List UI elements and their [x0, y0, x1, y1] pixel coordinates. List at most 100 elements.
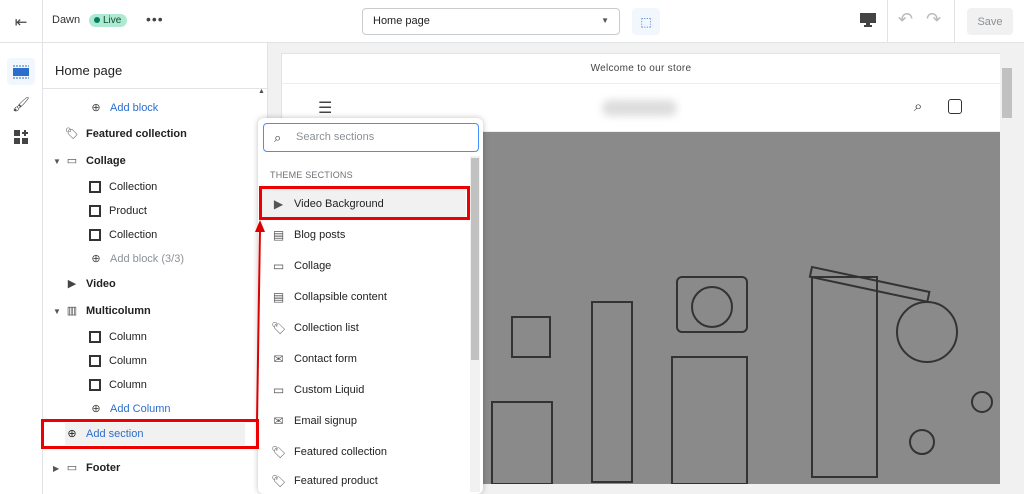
plus-circle-icon: ⊕ [67, 428, 77, 440]
announcement-bar: Welcome to our store [282, 54, 1000, 84]
block-icon [89, 355, 101, 367]
caret-down-icon: ▼ [601, 16, 609, 25]
paintbrush-icon: 🖌 [12, 96, 30, 112]
plus-circle-icon: ⊕ [91, 102, 101, 114]
block-label: Collection [109, 181, 158, 193]
collage-icon: ▭ [66, 155, 78, 167]
section-label: Footer [86, 462, 121, 474]
section-label: Featured collection [86, 128, 187, 140]
block-label: Collection [109, 229, 158, 241]
option-label: Video Background [294, 197, 384, 210]
option-label: Collapsible content [294, 290, 387, 303]
add-section-label: Add section [86, 428, 144, 440]
desktop-view-button[interactable] [860, 13, 876, 27]
popup-scroll-thumb[interactable] [471, 158, 479, 360]
text-icon: ▤ [272, 289, 285, 304]
add-section-popup: ⌕ Search sections THEME SECTIONS ▶ Video B… [258, 118, 483, 494]
section-option-contact-form[interactable]: ✉ Contact form [261, 343, 466, 374]
menu-icon[interactable]: ☰ [318, 98, 332, 118]
scroll-up-arrow[interactable]: ▲ [258, 88, 265, 95]
plus-circle-icon: ⊕ [91, 253, 101, 265]
add-block-label: Add block (3/3) [110, 253, 184, 265]
section-video[interactable]: ▶ Video [65, 273, 280, 295]
option-label: Featured product [294, 474, 378, 487]
store-logo[interactable] [602, 100, 677, 116]
inspector-button[interactable]: ⬚ [632, 8, 660, 35]
option-label: Custom Liquid [294, 383, 365, 396]
collage-icon: ▭ [272, 258, 285, 273]
theme-sections-heading: THEME SECTIONS [270, 170, 353, 180]
apps-tab[interactable] [7, 123, 35, 150]
section-multicolumn[interactable]: ▼ ▥ Multicolumn [53, 300, 268, 322]
add-block-label: Add block [110, 102, 159, 114]
section-option-blog-posts[interactable]: ▤ Blog posts [261, 219, 466, 250]
blog-icon: ▤ [272, 227, 285, 242]
section-option-featured-product[interactable]: 🏷 Featured product [261, 467, 466, 494]
undo-button[interactable]: ↶ [898, 9, 913, 30]
block-icon [89, 229, 101, 241]
section-option-video-background[interactable]: ▶ Video Background [261, 188, 466, 219]
option-label: Blog posts [294, 228, 346, 241]
collection-tag-icon: 🏷 [270, 320, 287, 335]
add-column-label: Add Column [110, 403, 171, 415]
sidebar-rail: 🖌 [0, 43, 43, 494]
sections-panel: Home page ⊕ Add block 🏷 Featured collectio… [43, 43, 268, 494]
section-label: Video [86, 278, 116, 290]
cart-icon[interactable] [948, 99, 962, 114]
section-footer[interactable]: ▶ ▭ Footer [53, 457, 268, 479]
search-icon: ⌕ [274, 130, 282, 145]
envelope-icon: ✉ [273, 351, 284, 366]
columns-icon: ▥ [66, 305, 78, 317]
divider [954, 0, 955, 43]
divider [887, 0, 888, 43]
block-label: Column [109, 355, 147, 367]
search-placeholder: Search sections [296, 131, 375, 143]
search-sections-input[interactable]: ⌕ Search sections [263, 123, 479, 152]
arrow-annotation-icon [255, 220, 265, 423]
save-button[interactable]: Save [967, 8, 1013, 35]
sections-icon [13, 65, 29, 78]
search-icon[interactable]: ⌕ [914, 98, 922, 115]
envelope-icon: ✉ [273, 413, 284, 428]
collection-tag-icon: 🏷 [270, 444, 287, 459]
redo-button[interactable]: ↷ [926, 9, 941, 30]
collection-tag-icon: 🏷 [65, 128, 79, 140]
play-circle-icon: ▶ [273, 196, 284, 211]
caret-down-icon: ▼ [53, 156, 61, 166]
caret-right-icon: ▶ [53, 463, 60, 473]
preview-scroll-thumb[interactable] [1002, 68, 1012, 118]
panel-title: Home page [55, 63, 123, 78]
section-option-custom-liquid[interactable]: ▭ Custom Liquid [261, 374, 466, 405]
more-actions-button[interactable]: ••• [146, 11, 164, 27]
section-option-featured-collection[interactable]: 🏷 Featured collection [261, 436, 466, 467]
sections-tab[interactable] [7, 58, 35, 85]
footer-icon: ▭ [66, 462, 78, 474]
block-label: Column [109, 379, 147, 391]
section-option-collapsible-content[interactable]: ▤ Collapsible content [261, 281, 466, 312]
live-badge: Live [89, 14, 128, 27]
option-label: Email signup [294, 414, 357, 427]
theme-settings-tab[interactable]: 🖌 [7, 91, 35, 118]
desktop-icon [860, 13, 876, 27]
apps-icon [14, 129, 28, 144]
section-option-collage[interactable]: ▭ Collage [261, 250, 466, 281]
option-label: Contact form [294, 352, 357, 365]
section-collage[interactable]: ▼ ▭ Collage [53, 150, 268, 172]
plus-circle-icon: ⊕ [91, 403, 101, 415]
page-selector[interactable]: Home page ▼ [362, 8, 620, 35]
section-option-email-signup[interactable]: ✉ Email signup [261, 405, 466, 436]
exit-button[interactable]: ⇤ [0, 0, 43, 43]
block-icon [89, 379, 101, 391]
exit-icon: ⇤ [14, 13, 28, 31]
add-section-button[interactable]: ⊕ Add section [65, 423, 245, 445]
product-tag-icon: 🏷 [270, 473, 287, 488]
block-icon [89, 205, 101, 217]
top-bar: ⇤ Dawn Live ••• Home page ▼ ⬚ ↶ ↷ Save [0, 0, 1024, 43]
block-icon [89, 181, 101, 193]
play-icon: ▶ [67, 278, 77, 290]
section-option-collection-list[interactable]: 🏷 Collection list [261, 312, 466, 343]
block-label: Product [109, 205, 147, 217]
section-featured-collection[interactable]: 🏷 Featured collection [65, 123, 280, 145]
option-label: Collage [294, 259, 332, 272]
caret-down-icon: ▼ [53, 306, 61, 316]
